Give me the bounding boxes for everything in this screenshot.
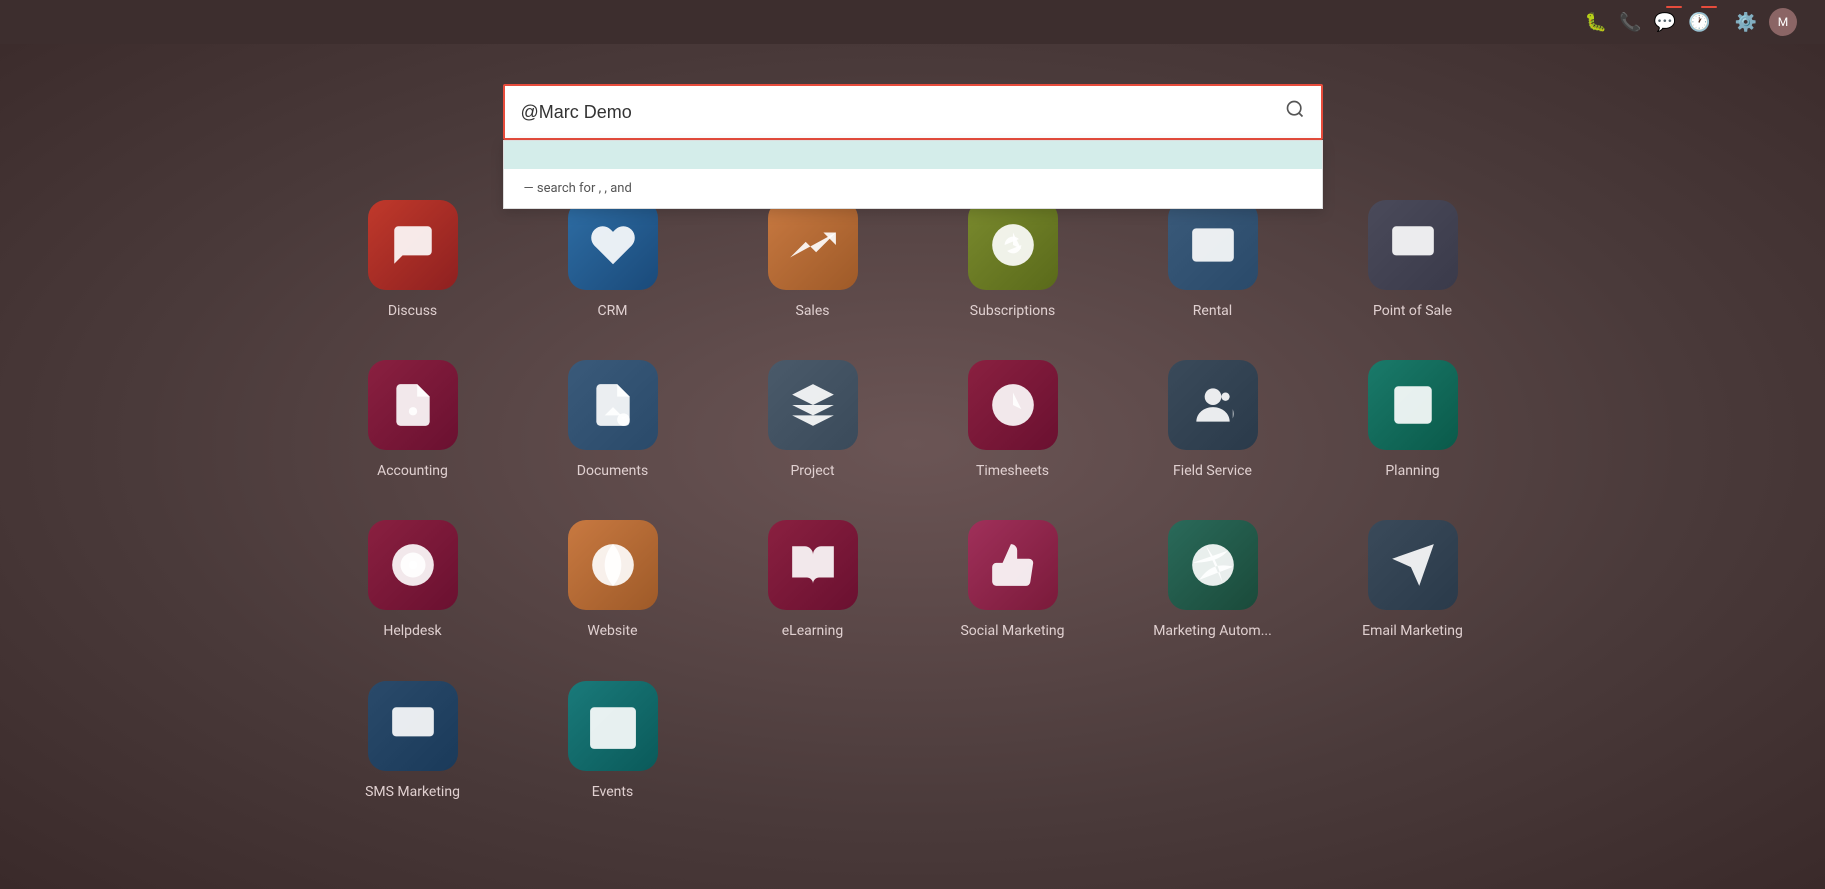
app-label-socialmarketing: Social Marketing [960,622,1064,640]
app-item-events[interactable]: Events [513,661,713,821]
app-item-project[interactable]: Project [713,340,913,500]
app-item-marketingautom[interactable]: Marketing Autom... [1113,500,1313,660]
app-icon-subscriptions [968,200,1058,290]
app-icon-socialmarketing [968,520,1058,610]
app-icon-helpdesk [368,520,458,610]
app-icon-events [568,681,658,771]
app-icon-discuss [368,200,458,290]
activity-icon[interactable]: 🕐 [1688,12,1710,33]
app-label-rental: Rental [1193,302,1232,320]
app-label-emailmarketing: Email Marketing [1362,622,1463,640]
app-item-helpdesk[interactable]: Helpdesk [313,500,513,660]
app-label-elearning: eLearning [782,622,843,640]
app-icon-pos [1368,200,1458,290]
app-icon-crm [568,200,658,290]
topbar: 🐛 📞 💬 🕐 ⚙️ M [0,0,1825,44]
search-input-wrapper [503,84,1323,140]
app-icon-marketingautom [1168,520,1258,610]
app-icon-smsmarketing [368,681,458,771]
app-icon-elearning [768,520,858,610]
app-item-pos[interactable]: Point of Sale [1313,180,1513,340]
search-container: — search for , , and [503,84,1323,140]
apps-grid: Discuss CRM Sales Subscriptions Rental Point … [313,180,1513,821]
app-label-events: Events [592,783,633,801]
search-dropdown: — search for , , and [503,140,1323,209]
app-label-project: Project [790,462,834,480]
app-item-website[interactable]: Website [513,500,713,660]
dropdown-result-item[interactable] [504,141,1322,169]
dropdown-tip: — search for , , and [504,169,1322,208]
app-label-timesheets: Timesheets [976,462,1049,480]
app-item-planning[interactable]: Planning [1313,340,1513,500]
app-label-helpdesk: Helpdesk [383,622,441,640]
chat-icon[interactable]: 💬 [1654,12,1676,33]
bug-icon[interactable]: 🐛 [1585,12,1607,33]
app-item-documents[interactable]: Documents [513,340,713,500]
tip-text: — search for [524,181,599,196]
search-input[interactable] [521,102,1285,123]
app-item-fieldservice[interactable]: Field Service [1113,340,1313,500]
app-item-accounting[interactable]: Accounting [313,340,513,500]
app-label-subscriptions: Subscriptions [970,302,1055,320]
app-item-timesheets[interactable]: Timesheets [913,340,1113,500]
app-icon-accounting [368,360,458,450]
app-label-smsmarketing: SMS Marketing [365,783,460,801]
app-icon-rental [1168,200,1258,290]
app-label-fieldservice: Field Service [1173,462,1252,480]
main-content: — search for , , and Discuss CRM Sales Subs… [0,44,1825,861]
app-label-accounting: Accounting [377,462,448,480]
avatar[interactable]: M [1769,8,1797,36]
app-icon-planning [1368,360,1458,450]
app-label-sales: Sales [796,302,830,320]
app-item-socialmarketing[interactable]: Social Marketing [913,500,1113,660]
app-item-smsmarketing[interactable]: SMS Marketing [313,661,513,821]
phone-icon[interactable]: 📞 [1619,12,1641,33]
app-label-marketingautom: Marketing Autom... [1153,622,1272,640]
search-button[interactable] [1285,99,1305,125]
app-icon-emailmarketing [1368,520,1458,610]
app-label-documents: Documents [577,462,648,480]
app-item-emailmarketing[interactable]: Email Marketing [1313,500,1513,660]
app-icon-project [768,360,858,450]
app-label-crm: CRM [598,302,628,320]
app-label-website: Website [587,622,637,640]
app-item-discuss[interactable]: Discuss [313,180,513,340]
settings-icon[interactable]: ⚙️ [1735,12,1757,33]
activity-badge [1701,6,1717,8]
chat-badge [1666,6,1682,8]
app-icon-website [568,520,658,610]
app-icon-timesheets [968,360,1058,450]
app-icon-documents [568,360,658,450]
tip-and: and [610,181,632,196]
app-item-elearning[interactable]: eLearning [713,500,913,660]
app-label-planning: Planning [1385,462,1439,480]
app-label-pos: Point of Sale [1373,302,1452,320]
app-icon-sales [768,200,858,290]
app-label-discuss: Discuss [388,302,437,320]
app-icon-fieldservice [1168,360,1258,450]
